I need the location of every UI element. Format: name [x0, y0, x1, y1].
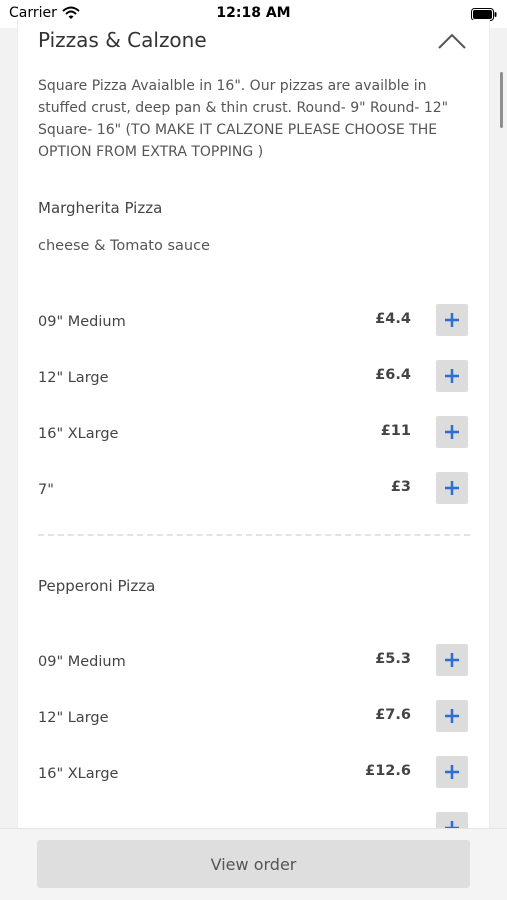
view-order-button[interactable]: View order	[37, 840, 470, 888]
plus-icon	[445, 481, 459, 495]
variant-name: 12" Large	[38, 370, 109, 386]
variant-name: 16" XLarge	[38, 766, 119, 782]
variant-row: 12" Large £7.6	[18, 700, 489, 736]
variant-row: 09" Medium £4.4	[18, 304, 489, 340]
add-button[interactable]	[436, 644, 468, 676]
add-button[interactable]	[436, 360, 468, 392]
variant-price: £4.4	[375, 311, 411, 327]
category-title: Pizzas & Calzone	[38, 28, 207, 52]
item-description: cheese & Tomato sauce	[38, 238, 210, 254]
variant-name: 12" Large	[38, 710, 109, 726]
add-button[interactable]	[436, 416, 468, 448]
variant-price: £5.3	[375, 651, 411, 667]
variant-name: 7"	[38, 482, 54, 498]
variant-row: 09" Medium £5.3	[18, 644, 489, 680]
add-button[interactable]	[436, 304, 468, 336]
add-button[interactable]	[436, 700, 468, 732]
variant-price: £7.6	[375, 707, 411, 723]
plus-icon	[445, 653, 459, 667]
item-divider	[38, 534, 470, 536]
plus-icon	[445, 369, 459, 383]
plus-icon	[445, 425, 459, 439]
plus-icon	[445, 709, 459, 723]
plus-icon	[445, 313, 459, 327]
clock: 12:18 AM	[216, 5, 291, 21]
category-header[interactable]: Pizzas & Calzone	[18, 20, 489, 64]
variant-name: 16" XLarge	[38, 426, 119, 442]
variant-name: 09" Medium	[38, 654, 126, 670]
variant-price: £11	[380, 423, 411, 439]
chevron-up-icon[interactable]	[437, 32, 467, 50]
item-title: Margherita Pizza	[38, 199, 163, 217]
bottom-bar: View order	[0, 828, 507, 900]
add-button[interactable]	[436, 756, 468, 788]
variant-price: £12.6	[365, 763, 411, 779]
variant-row: 7" £3	[18, 472, 489, 508]
item-title: Pepperoni Pizza	[38, 577, 156, 595]
variant-price: £3	[390, 479, 411, 495]
variant-row: 12" Large £6.4	[18, 360, 489, 396]
variant-row: 16" XLarge £12.6	[18, 756, 489, 792]
scroll-indicator[interactable]	[500, 72, 503, 128]
variant-row: 16" XLarge £11	[18, 416, 489, 452]
plus-icon	[445, 765, 459, 779]
category-description: Square Pizza Avaialble in 16". Our pizza…	[38, 78, 449, 160]
menu-category-card: Pizzas & Calzone Square Pizza Avaialble …	[17, 20, 490, 830]
battery-icon	[471, 6, 497, 21]
add-button[interactable]	[436, 472, 468, 504]
variant-name: 09" Medium	[38, 314, 126, 330]
variant-price: £6.4	[375, 367, 411, 383]
